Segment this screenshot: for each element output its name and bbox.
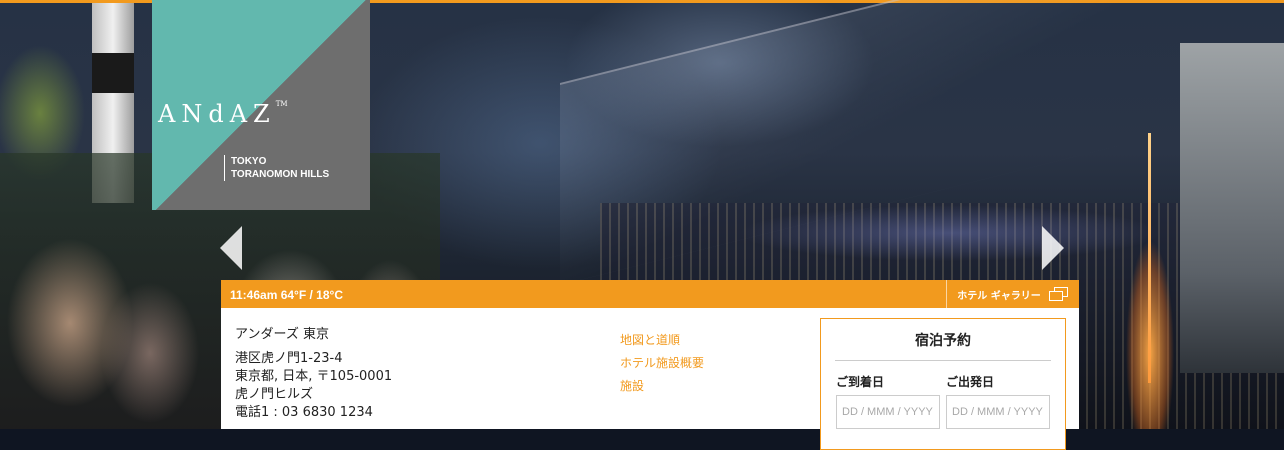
- hotel-name: アンダーズ 東京: [235, 327, 329, 342]
- phone-1: 電話1 : 03 6830 1234: [235, 405, 373, 420]
- checkout-date-input[interactable]: [946, 395, 1050, 429]
- logo-subtitle-line1: TOKYO: [231, 156, 267, 167]
- booking-widget: 宿泊予約 ご到着日 ご出発日: [820, 318, 1066, 450]
- hotel-links: 地図と道順 ホテル施設概要 施設: [620, 329, 704, 398]
- booking-title: 宿泊予約: [835, 330, 1051, 361]
- checkout-label: ご出発日: [946, 375, 995, 389]
- facilities-link[interactable]: 施設: [620, 375, 704, 398]
- logo-subtitle: TOKYO TORANOMON HILLS: [224, 155, 329, 181]
- address-line2: 東京都, 日本, 〒105-0001: [235, 369, 393, 384]
- address-line3: 虎ノ門ヒルズ: [235, 387, 314, 402]
- info-bar: 11:46am 64°F / 18°C ホテル ギャラリー: [221, 280, 1079, 308]
- map-directions-link[interactable]: 地図と道順: [620, 329, 704, 352]
- next-slide-arrow-icon[interactable]: [1042, 226, 1064, 270]
- info-body: アンダーズ 東京 港区虎ノ門1-23-4 東京都, 日本, 〒105-0001 …: [221, 308, 1079, 450]
- hotel-gallery-button[interactable]: ホテル ギャラリー: [946, 280, 1079, 308]
- prev-slide-arrow-icon[interactable]: [220, 226, 242, 270]
- logo-tm: TM: [275, 100, 288, 108]
- checkin-label: ご到着日: [836, 375, 885, 389]
- logo-subtitle-line2: TORANOMON HILLS: [231, 169, 330, 180]
- hero-tokyo-tower: [1148, 133, 1151, 383]
- checkin-group: ご到着日: [836, 373, 940, 429]
- checkin-date-input[interactable]: [836, 395, 940, 429]
- address-line1: 港区虎ノ門1-23-4: [235, 351, 343, 366]
- gallery-label: ホテル ギャラリー: [957, 290, 1041, 302]
- hero-pillar-band: [92, 53, 134, 93]
- time-weather: 11:46am 64°F / 18°C: [230, 288, 343, 302]
- checkout-group: ご出発日: [946, 373, 1050, 429]
- hotel-logo[interactable]: ANdAZTM TOKYO TORANOMON HILLS: [152, 0, 370, 210]
- hotel-info-panel: 11:46am 64°F / 18°C ホテル ギャラリー アンダーズ 東京 港…: [221, 280, 1079, 450]
- logo-text: ANdAZ: [158, 100, 276, 128]
- hero-building: [1180, 43, 1284, 373]
- gallery-icon: [1048, 287, 1069, 301]
- hotel-overview-link[interactable]: ホテル施設概要: [620, 352, 704, 375]
- hotel-address: アンダーズ 東京 港区虎ノ門1-23-4 東京都, 日本, 〒105-0001 …: [235, 326, 392, 422]
- logo-wordmark: ANdAZTM: [158, 100, 288, 128]
